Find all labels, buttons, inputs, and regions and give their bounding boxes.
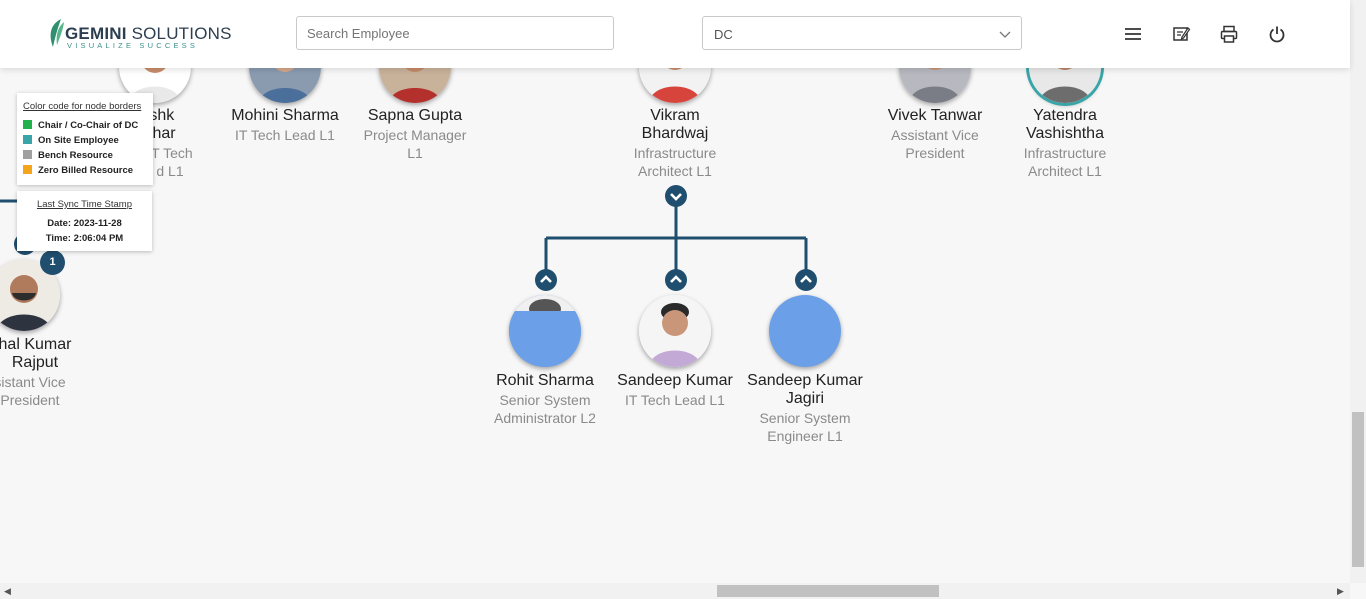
search-employee-input[interactable]: [296, 16, 614, 50]
node-vikram-name: Vikram Bhardwaj: [641, 107, 709, 142]
menu-icon[interactable]: [1123, 24, 1143, 44]
node-vivek-name: Vivek Tanwar: [887, 107, 983, 124]
node-rohit-name: Rohit Sharma: [496, 372, 594, 389]
node-mohini-role: IT Tech Lead L1: [235, 127, 335, 143]
node-sandeep-jagiri-name: Sandeep Kumar Jagiri: [747, 372, 863, 407]
node-sandeep-role: IT Tech Lead L1: [625, 392, 725, 408]
node-rohit-role: Senior System Administrator L2: [494, 392, 596, 426]
node-sandeep-name: Sandeep Kumar: [617, 372, 733, 389]
node-yatendra-role: Infrastructure Architect L1: [1023, 145, 1107, 179]
department-select-value: DC: [714, 27, 733, 42]
chevron-up-icon: [800, 275, 812, 283]
expand-sandeep-toggle[interactable]: [665, 269, 687, 291]
node-mohini-name: Mohini Sharma: [231, 107, 339, 124]
child-count-badge: 1: [40, 250, 65, 275]
legend-swatch-teal: [23, 135, 32, 144]
node-vivek-role: Assistant Vice President: [891, 127, 979, 161]
sync-date: Date: 2023-11-28: [47, 218, 122, 229]
power-icon[interactable]: [1267, 24, 1287, 44]
expand-rohit-toggle[interactable]: [535, 269, 557, 291]
legend-item-onsite: On Site Employee: [23, 135, 119, 146]
notes-icon[interactable]: [1171, 24, 1191, 44]
legend-item-zero-billed: Zero Billed Resource: [23, 165, 133, 176]
legend-item-chair: Chair / Co-Chair of DC: [23, 120, 138, 131]
legend-swatch-gray: [23, 150, 32, 159]
collapse-vikram-toggle[interactable]: [665, 185, 687, 207]
scroll-left-arrow-icon[interactable]: ◀: [4, 586, 11, 597]
last-sync-panel: Last Sync Time Stamp Date: 2023-11-28 Ti…: [17, 191, 152, 251]
legend-item-bench: Bench Resource: [23, 150, 113, 161]
chevron-down-icon: [999, 31, 1011, 38]
node-sapna-name: Sapna Gupta: [367, 107, 463, 124]
node-sandeep-jagiri-role: Senior System Engineer L1: [759, 410, 851, 444]
chevron-down-icon: [670, 193, 682, 201]
app-header: GEMINI SOLUTIONS VISUALIZE SUCCESS DC: [0, 0, 1350, 68]
node-sapna-role: Project Manager L1: [363, 127, 467, 161]
scroll-right-arrow-icon[interactable]: ▶: [1337, 586, 1344, 597]
legend-title: Color code for node borders: [23, 101, 142, 112]
legend-swatch-orange: [23, 165, 32, 174]
horizontal-scroll-thumb[interactable]: [717, 585, 939, 597]
chevron-up-icon: [540, 275, 552, 283]
node-vishal-name: hal Kumar Rajput: [0, 336, 72, 371]
vertical-scroll-thumb[interactable]: [1352, 412, 1364, 567]
chevron-up-icon: [670, 275, 682, 283]
logo-tagline: VISUALIZE SUCCESS: [67, 41, 199, 50]
node-vishal-role: sistant Vice President: [0, 374, 66, 408]
department-select[interactable]: DC: [702, 16, 1022, 50]
border-color-legend: Color code for node borders Chair / Co-C…: [17, 93, 153, 185]
avatar-sandeep-kumar-jagiri[interactable]: [769, 295, 841, 367]
horizontal-scrollbar[interactable]: [0, 583, 1350, 599]
node-yatendra-name: Yatendra Vashishtha: [1026, 107, 1104, 142]
logo-leaf-icon: [50, 19, 64, 47]
print-icon[interactable]: [1219, 24, 1239, 44]
avatar-sandeep-kumar[interactable]: [639, 295, 711, 367]
sync-title: Last Sync Time Stamp: [36, 199, 133, 210]
sync-time: Time: 2:06:04 PM: [45, 233, 124, 244]
node-vikram-role: Infrastructure Architect L1: [633, 145, 717, 179]
company-logo[interactable]: GEMINI SOLUTIONS VISUALIZE SUCCESS: [47, 18, 231, 50]
avatar-rohit-sharma[interactable]: [509, 295, 581, 367]
expand-sandeep-jagiri-toggle[interactable]: [795, 269, 817, 291]
legend-swatch-green: [23, 120, 32, 129]
